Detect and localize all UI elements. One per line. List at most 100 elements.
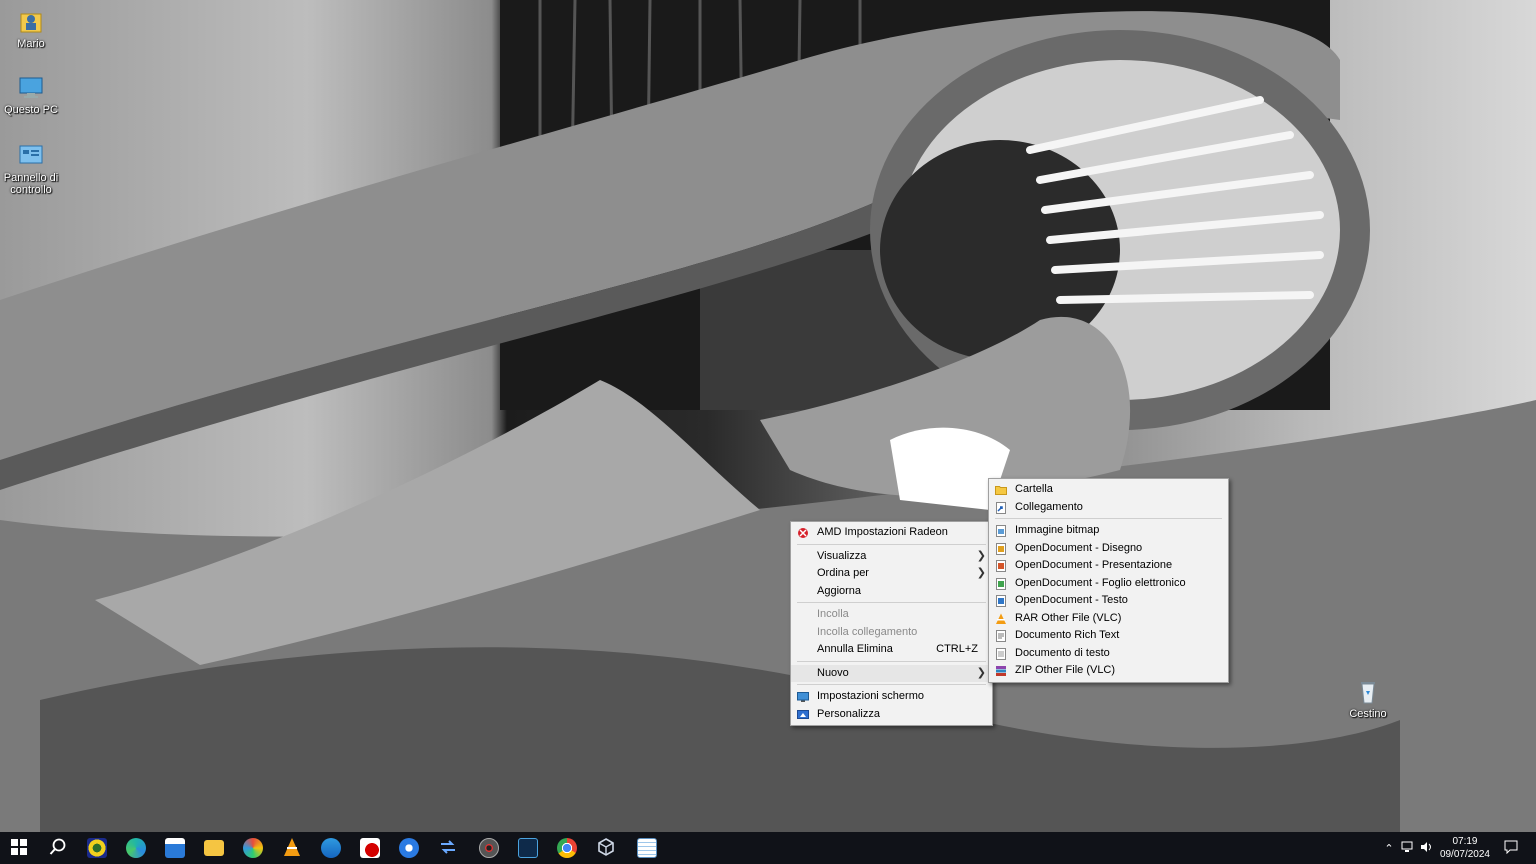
- start-icon: [11, 838, 27, 858]
- shortcut-label: CTRL+Z: [936, 643, 978, 655]
- control-panel-icon: [15, 142, 47, 170]
- search-button[interactable]: [39, 832, 77, 864]
- display-settings-icon: [797, 691, 809, 703]
- odp-icon: [995, 560, 1007, 572]
- ods-icon: [995, 577, 1007, 590]
- menu-item-ordina-per[interactable]: Ordina per ❯: [791, 565, 992, 583]
- menu-item-personalizza[interactable]: Personalizza: [791, 706, 992, 724]
- taskbar-thunderbird[interactable]: [312, 832, 350, 864]
- taskbar-firefox[interactable]: [390, 832, 428, 864]
- submenu-item-collegamento[interactable]: Collegamento: [989, 499, 1228, 517]
- menu-item-amd-radeon[interactable]: AMD Impostazioni Radeon: [791, 524, 992, 542]
- taskbar-app-red[interactable]: [351, 832, 389, 864]
- menu-item-nuovo[interactable]: Nuovo ❯: [791, 664, 992, 682]
- taskbar-vlc[interactable]: [273, 832, 311, 864]
- menu-separator: [797, 660, 986, 662]
- submenu-item-documento-testo[interactable]: Documento di testo: [989, 645, 1228, 663]
- menu-separator: [797, 684, 986, 685]
- submenu-item-opendocument-disegno[interactable]: OpenDocument - Disegno: [989, 540, 1228, 558]
- firefox-icon: [399, 838, 419, 858]
- app-red-icon: [360, 838, 380, 858]
- personalize-icon: [797, 709, 809, 721]
- chevron-right-icon: ❯: [976, 666, 986, 679]
- taskbar-notepad[interactable]: [628, 832, 666, 864]
- taskbar-virtualbox[interactable]: [587, 832, 625, 864]
- desktop-context-menu: AMD Impostazioni Radeon Visualizza ❯ Ord…: [790, 521, 993, 726]
- amd-radeon-icon: [797, 527, 809, 539]
- submenu-item-opendocument-presentazione[interactable]: OpenDocument - Presentazione: [989, 557, 1228, 575]
- submenu-item-opendocument-testo[interactable]: OpenDocument - Testo: [989, 592, 1228, 610]
- taskbar-app-eye[interactable]: [78, 832, 116, 864]
- rtf-icon: [995, 630, 1007, 642]
- menu-item-impostazioni-schermo[interactable]: Impostazioni schermo: [791, 688, 992, 706]
- taskbar-clock[interactable]: 07:19 09/07/2024: [1440, 835, 1490, 861]
- vlc-icon: [995, 613, 1007, 625]
- desktop-icon-label: Pannello di controllo: [3, 172, 59, 196]
- user-folder-icon: [15, 8, 47, 36]
- taskbar-paint[interactable]: [234, 832, 272, 864]
- odt-icon: [995, 595, 1007, 607]
- taskbar-edge[interactable]: [117, 832, 155, 864]
- tray-volume[interactable]: [1418, 832, 1436, 864]
- desktop-wallpaper: [0, 0, 1536, 832]
- submenu-item-opendocument-foglio[interactable]: OpenDocument - Foglio elettronico: [989, 575, 1228, 593]
- tray-network[interactable]: [1399, 832, 1417, 864]
- odg-icon: [995, 542, 1007, 555]
- desktop-icon-questo-pc[interactable]: Questo PC: [0, 74, 62, 116]
- chevron-right-icon: ❯: [976, 567, 986, 579]
- folder-icon: [995, 484, 1007, 496]
- menu-separator: [797, 543, 986, 545]
- chevron-right-icon: ❯: [976, 549, 986, 562]
- search-icon: [49, 838, 67, 859]
- app-eye-icon: [87, 838, 107, 858]
- submenu-item-rar-vlc[interactable]: RAR Other File (VLC): [989, 610, 1228, 628]
- virtualbox-icon: [596, 837, 616, 860]
- recycle-bin-icon: [1352, 678, 1384, 706]
- edge-icon: [126, 838, 146, 858]
- chevron-up-icon: ⌃: [1384, 842, 1394, 855]
- disk-icon: [479, 838, 499, 858]
- vlc-icon: [282, 837, 302, 860]
- desktop-icon-label: Questo PC: [4, 104, 58, 116]
- clock-time: 07:19: [1452, 836, 1478, 847]
- clock-date: 09/07/2024: [1439, 849, 1490, 860]
- desktop-icon-pannello-di-controllo[interactable]: Pannello di controllo: [0, 142, 62, 196]
- menu-item-incolla[interactable]: Incolla: [791, 606, 992, 624]
- paint-icon: [243, 838, 263, 858]
- computer-icon: [15, 74, 47, 102]
- terminal-icon: [518, 838, 538, 858]
- taskbar-chrome[interactable]: [548, 832, 586, 864]
- submenu-item-cartella[interactable]: Cartella: [989, 481, 1228, 499]
- action-center-button[interactable]: [1496, 832, 1526, 864]
- thunderbird-icon: [321, 838, 341, 858]
- volume-icon: [1420, 841, 1434, 856]
- network-icon: [1401, 841, 1415, 856]
- taskbar-file-explorer[interactable]: [195, 832, 233, 864]
- tray-chevron-up[interactable]: ⌃: [1380, 832, 1398, 864]
- taskbar-store[interactable]: [156, 832, 194, 864]
- shortcut-icon: [995, 501, 1007, 514]
- menu-separator: [797, 602, 986, 603]
- menu-item-aggiorna[interactable]: Aggiorna: [791, 583, 992, 601]
- desktop-icon-label: Mario: [17, 38, 45, 50]
- txt-icon: [995, 647, 1007, 660]
- remote-icon: [438, 837, 458, 860]
- taskbar-terminal[interactable]: [509, 832, 547, 864]
- submenu-item-zip-vlc[interactable]: ZIP Other File (VLC): [989, 662, 1228, 680]
- start-button[interactable]: [0, 832, 38, 864]
- store-icon: [165, 838, 185, 858]
- taskbar-remote[interactable]: [429, 832, 467, 864]
- submenu-item-rich-text[interactable]: Documento Rich Text: [989, 627, 1228, 645]
- menu-item-incolla-collegamento[interactable]: Incolla collegamento: [791, 624, 992, 642]
- menu-item-visualizza[interactable]: Visualizza ❯: [791, 548, 992, 566]
- chrome-icon: [557, 838, 577, 858]
- taskbar: ⌃ 07:19 09/07/2024: [0, 832, 1536, 864]
- notification-icon: [1504, 840, 1518, 857]
- bitmap-icon: [995, 525, 1007, 537]
- desktop-icon-mario[interactable]: Mario: [0, 8, 62, 50]
- submenu-item-immagine-bitmap[interactable]: Immagine bitmap: [989, 522, 1228, 540]
- taskbar-disk[interactable]: [470, 832, 508, 864]
- desktop-icon-cestino[interactable]: Cestino: [1337, 678, 1399, 720]
- menu-item-annulla-elimina[interactable]: Annulla Elimina CTRL+Z: [791, 641, 992, 659]
- file-explorer-icon: [204, 840, 224, 856]
